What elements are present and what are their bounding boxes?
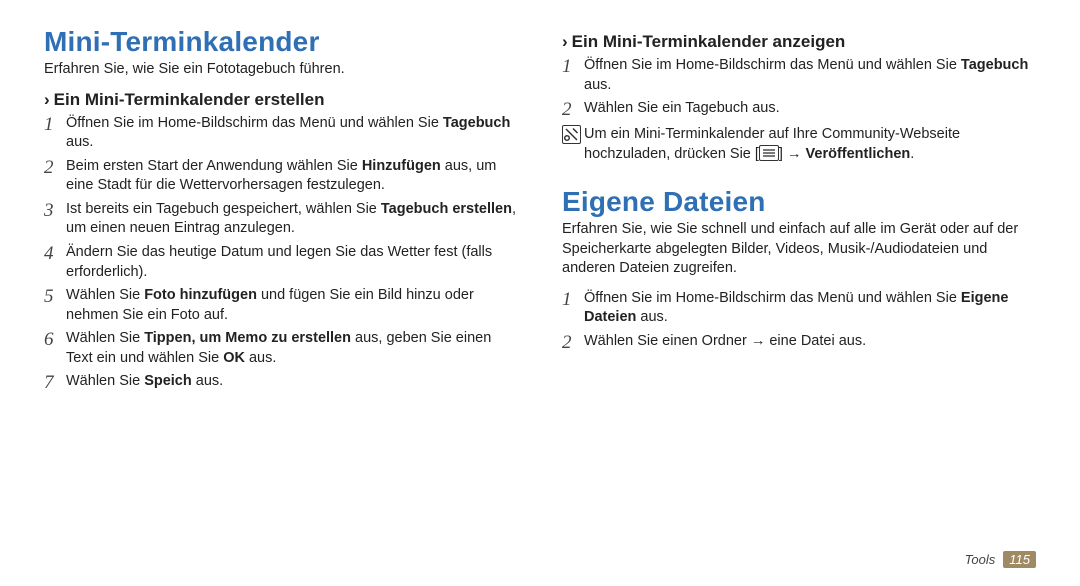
step-2: 2 Beim ersten Start der Anwendung wählen… [44,157,518,196]
files-step-1: 1 Öffnen Sie im Home-Bildschirm das Menü… [562,289,1036,328]
subheading-view: ›Ein Mini-Terminkalender anzeigen [562,32,1036,52]
step-body: Wählen Sie Speich aus. [66,372,518,392]
step-number: 2 [562,332,584,354]
step-5: 5 Wählen Sie Foto hinzufügen und fügen S… [44,286,518,325]
manual-page: Mini-Terminkalender Erfahren Sie, wie Si… [0,0,1080,586]
footer-section-label: Tools [965,552,996,567]
view-step-2: 2 Wählen Sie ein Tagebuch aus. [562,99,1036,121]
files-step-2: 2 Wählen Sie einen Ordner → eine Datei a… [562,332,1036,354]
step-number: 1 [44,114,66,136]
step-body: Wählen Sie Tippen, um Memo zu erstellen … [66,329,518,368]
step-number: 7 [44,372,66,394]
section-title-eigene-dateien: Eigene Dateien [562,186,1036,218]
step-body: Ändern Sie das heutige Datum und legen S… [66,243,518,282]
step-body: Öffnen Sie im Home-Bildschirm das Menü u… [66,114,518,153]
step-number: 6 [44,329,66,351]
step-number: 1 [562,289,584,311]
intro-text: Erfahren Sie, wie Sie ein Fototagebuch f… [44,60,518,80]
chevron-icon: › [562,32,568,51]
step-6: 6 Wählen Sie Tippen, um Memo zu erstelle… [44,329,518,368]
page-number: 115 [1003,551,1036,568]
step-number: 1 [562,56,584,78]
page-footer: Tools 115 [965,551,1036,568]
menu-button-icon [759,145,779,161]
left-column: Mini-Terminkalender Erfahren Sie, wie Si… [44,26,540,566]
section-title-mini-terminkalender: Mini-Terminkalender [44,26,518,58]
note-publish: Um ein Mini-Terminkalender auf Ihre Comm… [562,125,1036,164]
step-7: 7 Wählen Sie Speich aus. [44,372,518,394]
step-body: Wählen Sie Foto hinzufügen und fügen Sie… [66,286,518,325]
step-body: Beim ersten Start der Anwendung wählen S… [66,157,518,196]
step-1: 1 Öffnen Sie im Home-Bildschirm das Menü… [44,114,518,153]
step-number: 4 [44,243,66,265]
step-3: 3 Ist bereits ein Tagebuch gespeichert, … [44,200,518,239]
step-body: Öffnen Sie im Home-Bildschirm das Menü u… [584,289,1036,328]
subheading-create-label: Ein Mini-Terminkalender erstellen [54,90,325,109]
step-body: Öffnen Sie im Home-Bildschirm das Menü u… [584,56,1036,95]
step-number: 2 [562,99,584,121]
note-icon [562,125,584,145]
chevron-icon: › [44,90,50,109]
step-body: Wählen Sie einen Ordner → eine Datei aus… [584,332,1036,352]
step-4: 4 Ändern Sie das heutige Datum und legen… [44,243,518,282]
step-number: 2 [44,157,66,179]
note-body: Um ein Mini-Terminkalender auf Ihre Comm… [584,125,1036,164]
step-number: 3 [44,200,66,222]
right-column: ›Ein Mini-Terminkalender anzeigen 1 Öffn… [540,26,1036,566]
step-body: Wählen Sie ein Tagebuch aus. [584,99,1036,119]
subheading-view-label: Ein Mini-Terminkalender anzeigen [572,32,846,51]
files-intro: Erfahren Sie, wie Sie schnell und einfac… [562,220,1036,279]
step-number: 5 [44,286,66,308]
step-body: Ist bereits ein Tagebuch gespeichert, wä… [66,200,518,239]
subheading-create: ›Ein Mini-Terminkalender erstellen [44,90,518,110]
view-step-1: 1 Öffnen Sie im Home-Bildschirm das Menü… [562,56,1036,95]
